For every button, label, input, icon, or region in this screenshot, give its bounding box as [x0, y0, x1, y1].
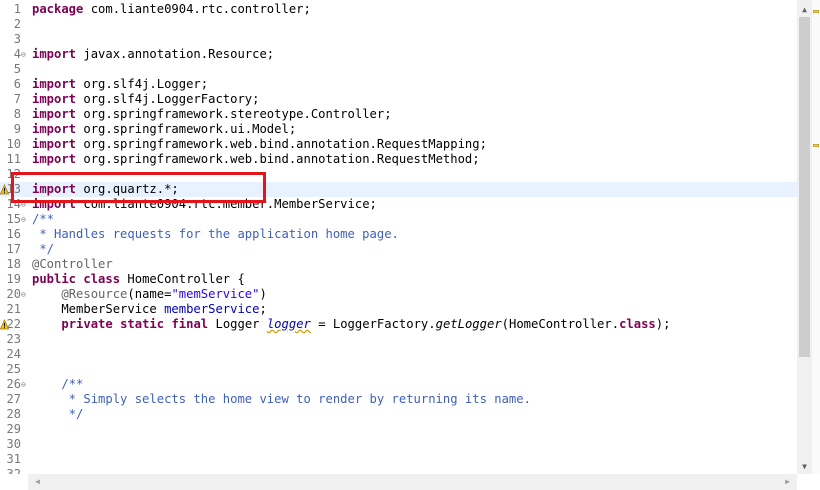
line-number: 9: [13, 122, 21, 136]
line-number: 4: [13, 47, 21, 61]
code-text[interactable]: import org.slf4j.LoggerFactory;: [32, 92, 259, 107]
line-number: 8: [13, 107, 21, 121]
vertical-scrollbar[interactable]: ▲ ▼: [797, 0, 812, 474]
code-line[interactable]: 21 MemberService memberService;: [0, 302, 797, 317]
code-line[interactable]: 6 import org.slf4j.Logger;: [0, 77, 797, 92]
code-line[interactable]: 16 * Handles requests for the applicatio…: [0, 227, 797, 242]
scroll-left-arrow-icon[interactable]: ◀: [30, 474, 45, 490]
code-line[interactable]: 10 import org.springframework.web.bind.an…: [0, 137, 797, 152]
line-number: 2: [13, 17, 21, 31]
vertical-scroll-thumb[interactable]: [799, 17, 810, 357]
code-editor[interactable]: 1 package com.liante0904.rtc.controller; 2…: [0, 0, 797, 474]
overview-ruler[interactable]: [812, 0, 820, 474]
line-number: 23: [6, 332, 21, 346]
warning-icon[interactable]: [0, 184, 9, 195]
code-line[interactable]: 27 * Simply selects the home view to ren…: [0, 392, 797, 407]
code-text[interactable]: * Handles requests for the application h…: [32, 227, 399, 242]
code-text[interactable]: import org.springframework.web.bind.anno…: [32, 137, 487, 152]
code-text[interactable]: * Simply selects the home view to render…: [32, 392, 531, 407]
line-number: 17: [6, 242, 21, 256]
horizontal-scrollbar[interactable]: ◀ ▶: [28, 474, 797, 490]
warning-icon[interactable]: [0, 319, 9, 330]
code-line[interactable]: 20 ⊖ @Resource(name="memService"): [0, 287, 797, 302]
line-number: 19: [6, 272, 21, 286]
code-text[interactable]: import org.springframework.web.bind.anno…: [32, 152, 480, 167]
line-number: 7: [13, 92, 21, 106]
code-line[interactable]: 30: [0, 437, 797, 452]
line-number: 11: [6, 152, 21, 166]
line-number: 10: [6, 137, 21, 151]
line-number: 5: [13, 62, 21, 76]
code-line[interactable]: 28 */: [0, 407, 797, 422]
line-number: 21: [6, 302, 21, 316]
line-number: 27: [6, 392, 21, 406]
code-text[interactable]: import javax.annotation.Resource;: [32, 47, 274, 62]
code-line[interactable]: 11 import org.springframework.web.bind.an…: [0, 152, 797, 167]
code-line[interactable]: 9 import org.springframework.ui.Model;: [0, 122, 797, 137]
code-line[interactable]: 1 package com.liante0904.rtc.controller;: [0, 2, 797, 17]
scroll-right-arrow-icon[interactable]: ▶: [780, 474, 795, 490]
code-text[interactable]: import org.springframework.ui.Model;: [32, 122, 296, 137]
code-line[interactable]: 3: [0, 32, 797, 47]
line-number: 30: [6, 437, 21, 451]
line-number: 24: [6, 347, 21, 361]
code-line[interactable]: 26 ⊖ /**: [0, 377, 797, 392]
code-line[interactable]: 22 private static final Logger logger = …: [0, 317, 797, 332]
line-number: 25: [6, 362, 21, 376]
code-text[interactable]: MemberService memberService;: [32, 302, 266, 317]
scroll-down-arrow-icon[interactable]: ▼: [797, 459, 812, 474]
code-text[interactable]: public class HomeController {: [32, 272, 245, 287]
code-line[interactable]: 2: [0, 17, 797, 32]
line-number: 16: [6, 227, 21, 241]
line-number: 20: [6, 287, 21, 301]
code-line[interactable]: 7 import org.slf4j.LoggerFactory;: [0, 92, 797, 107]
code-text[interactable]: @Resource(name="memService"): [32, 287, 266, 302]
code-line[interactable]: 17 */: [0, 242, 797, 257]
fold-toggle-icon[interactable]: ⊖: [21, 212, 26, 227]
code-text[interactable]: private static final Logger logger = Log…: [32, 317, 670, 332]
code-text[interactable]: */: [32, 407, 84, 422]
code-line[interactable]: 29: [0, 422, 797, 437]
line-number: 31: [6, 452, 21, 466]
code-line[interactable]: 32: [0, 467, 797, 474]
line-number: 6: [13, 77, 21, 91]
line-number: 29: [6, 422, 21, 436]
code-text[interactable]: @Controller: [32, 257, 113, 272]
code-line[interactable]: 18 @Controller: [0, 257, 797, 272]
code-text[interactable]: /**: [32, 212, 54, 227]
line-number: 18: [6, 257, 21, 271]
code-line[interactable]: 5: [0, 62, 797, 77]
code-text[interactable]: /**: [32, 377, 83, 392]
code-line[interactable]: 23: [0, 332, 797, 347]
code-line[interactable]: 19 public class HomeController {: [0, 272, 797, 287]
code-line[interactable]: 24: [0, 347, 797, 362]
highlight-annotation-box: [11, 172, 266, 203]
line-number: 28: [6, 407, 21, 421]
line-number: 15: [6, 212, 21, 226]
overview-warning-marker[interactable]: [813, 144, 819, 147]
code-text[interactable]: import org.slf4j.Logger;: [32, 77, 208, 92]
code-line[interactable]: 25: [0, 362, 797, 377]
code-line[interactable]: 8 import org.springframework.stereotype.C…: [0, 107, 797, 122]
fold-toggle-icon[interactable]: ⊖: [21, 377, 26, 392]
scroll-up-arrow-icon[interactable]: ▲: [797, 2, 812, 17]
overview-warning-marker[interactable]: [813, 10, 819, 13]
fold-toggle-icon[interactable]: ⊖: [21, 287, 26, 302]
line-number: 3: [13, 32, 21, 46]
code-text[interactable]: */: [32, 242, 54, 257]
code-text[interactable]: package com.liante0904.rtc.controller;: [32, 2, 311, 17]
line-number: 26: [6, 377, 21, 391]
fold-toggle-icon[interactable]: ⊖: [21, 47, 26, 62]
line-number: 32: [6, 467, 21, 474]
code-line[interactable]: 31: [0, 452, 797, 467]
code-line[interactable]: 15 ⊖ /**: [0, 212, 797, 227]
line-number: 1: [13, 2, 21, 16]
code-text[interactable]: import org.springframework.stereotype.Co…: [32, 107, 392, 122]
code-line[interactable]: 4 ⊖ import javax.annotation.Resource;: [0, 47, 797, 62]
